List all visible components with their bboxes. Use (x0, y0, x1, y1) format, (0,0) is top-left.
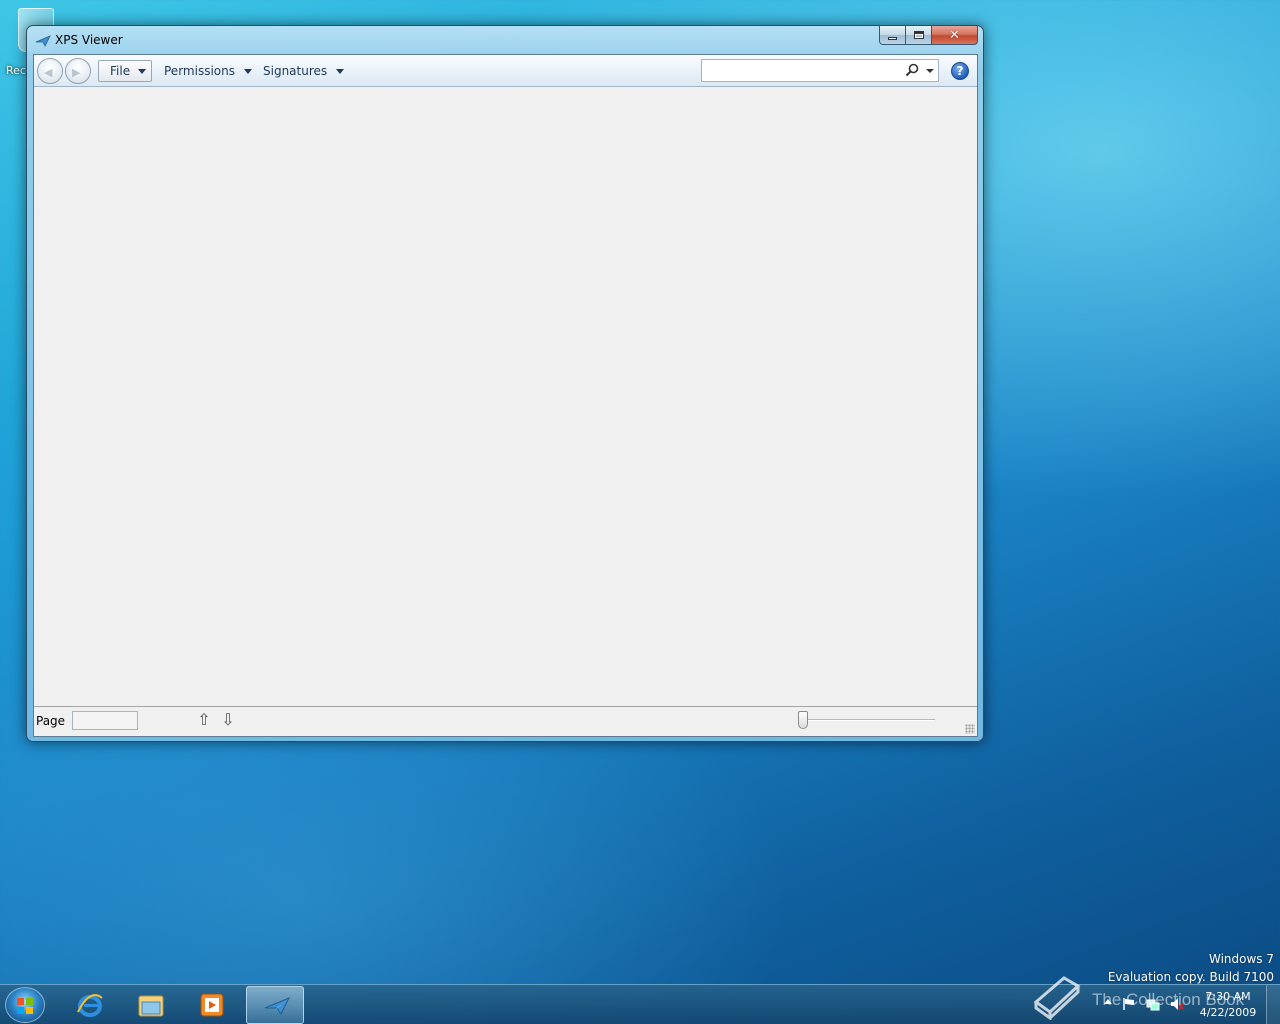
caption-buttons: ✕ (879, 26, 978, 46)
file-menu-button[interactable]: File (98, 60, 152, 82)
window-client-area: ◀ ▶ File Permissions Signatures ? Page ⇧… (33, 54, 978, 737)
windows-logo-icon (17, 998, 34, 1014)
minimize-button[interactable] (879, 26, 906, 45)
internet-explorer-icon (77, 994, 103, 1017)
overlay-logo-text: The Collection Book (1092, 990, 1245, 1009)
maximize-icon (913, 31, 924, 39)
media-player-icon (200, 993, 224, 1017)
taskbar-windows-media-player[interactable] (182, 986, 240, 1024)
status-bar: Page ⇧ ⇩ (34, 706, 977, 736)
taskbar-windows-explorer[interactable] (121, 986, 179, 1024)
previous-page-icon[interactable]: ⇧ (196, 710, 212, 730)
close-icon: ✕ (949, 27, 960, 43)
xps-viewer-window: XPS Viewer ✕ ◀ ▶ File Permissions Signat… (26, 25, 984, 742)
help-button[interactable]: ? (951, 62, 969, 80)
signatures-menu-label: Signatures (263, 64, 328, 78)
document-viewing-area[interactable] (34, 87, 977, 707)
recycle-bin-label: Rec (6, 64, 26, 77)
xps-viewer-icon (264, 997, 291, 1015)
chevron-down-icon (243, 68, 252, 74)
page-number-input[interactable] (72, 711, 138, 730)
page-label: Page (36, 714, 66, 728)
minimize-icon (888, 36, 897, 40)
permissions-menu-label: Permissions (164, 64, 235, 78)
windows-watermark: Windows 7 Evaluation copy. Build 7100 (1108, 950, 1274, 986)
xps-viewer-icon (35, 35, 51, 47)
file-menu-label: File (110, 64, 131, 78)
chevron-down-icon (138, 68, 147, 74)
book-logo-icon (1033, 976, 1081, 1020)
taskbar-internet-explorer[interactable] (60, 986, 118, 1024)
forward-button[interactable]: ▶ (65, 58, 91, 84)
back-arrow-icon: ◀ (44, 66, 53, 79)
toolbar: ◀ ▶ File Permissions Signatures ? (34, 55, 977, 87)
resize-grip-icon[interactable] (965, 724, 975, 734)
forward-arrow-icon: ▶ (72, 66, 81, 79)
navigation-buttons: ◀ ▶ (37, 58, 93, 84)
taskbar: 7:30 AM 4/22/2009 (0, 984, 1280, 1024)
permissions-menu-button[interactable]: Permissions (164, 60, 252, 82)
search-box (701, 59, 939, 82)
show-desktop-button[interactable] (1266, 985, 1280, 1024)
taskbar-xps-viewer[interactable] (246, 986, 304, 1024)
watermark-os-name: Windows 7 (1208, 952, 1274, 966)
zoom-slider-track[interactable] (803, 719, 935, 721)
folder-icon (138, 995, 164, 1017)
next-page-icon[interactable]: ⇩ (220, 710, 236, 730)
maximize-button[interactable] (906, 26, 932, 45)
zoom-slider-thumb[interactable] (798, 711, 808, 729)
title-bar[interactable]: XPS Viewer ✕ (27, 26, 983, 54)
close-button[interactable]: ✕ (932, 26, 978, 45)
search-icon[interactable] (905, 63, 919, 77)
start-button[interactable] (5, 987, 45, 1023)
chevron-down-icon (336, 68, 345, 74)
back-button[interactable]: ◀ (37, 58, 63, 84)
search-input[interactable] (704, 62, 894, 79)
signatures-menu-button[interactable]: Signatures (263, 60, 345, 82)
window-title: XPS Viewer (55, 33, 123, 47)
search-options-chevron-icon[interactable] (926, 69, 934, 73)
